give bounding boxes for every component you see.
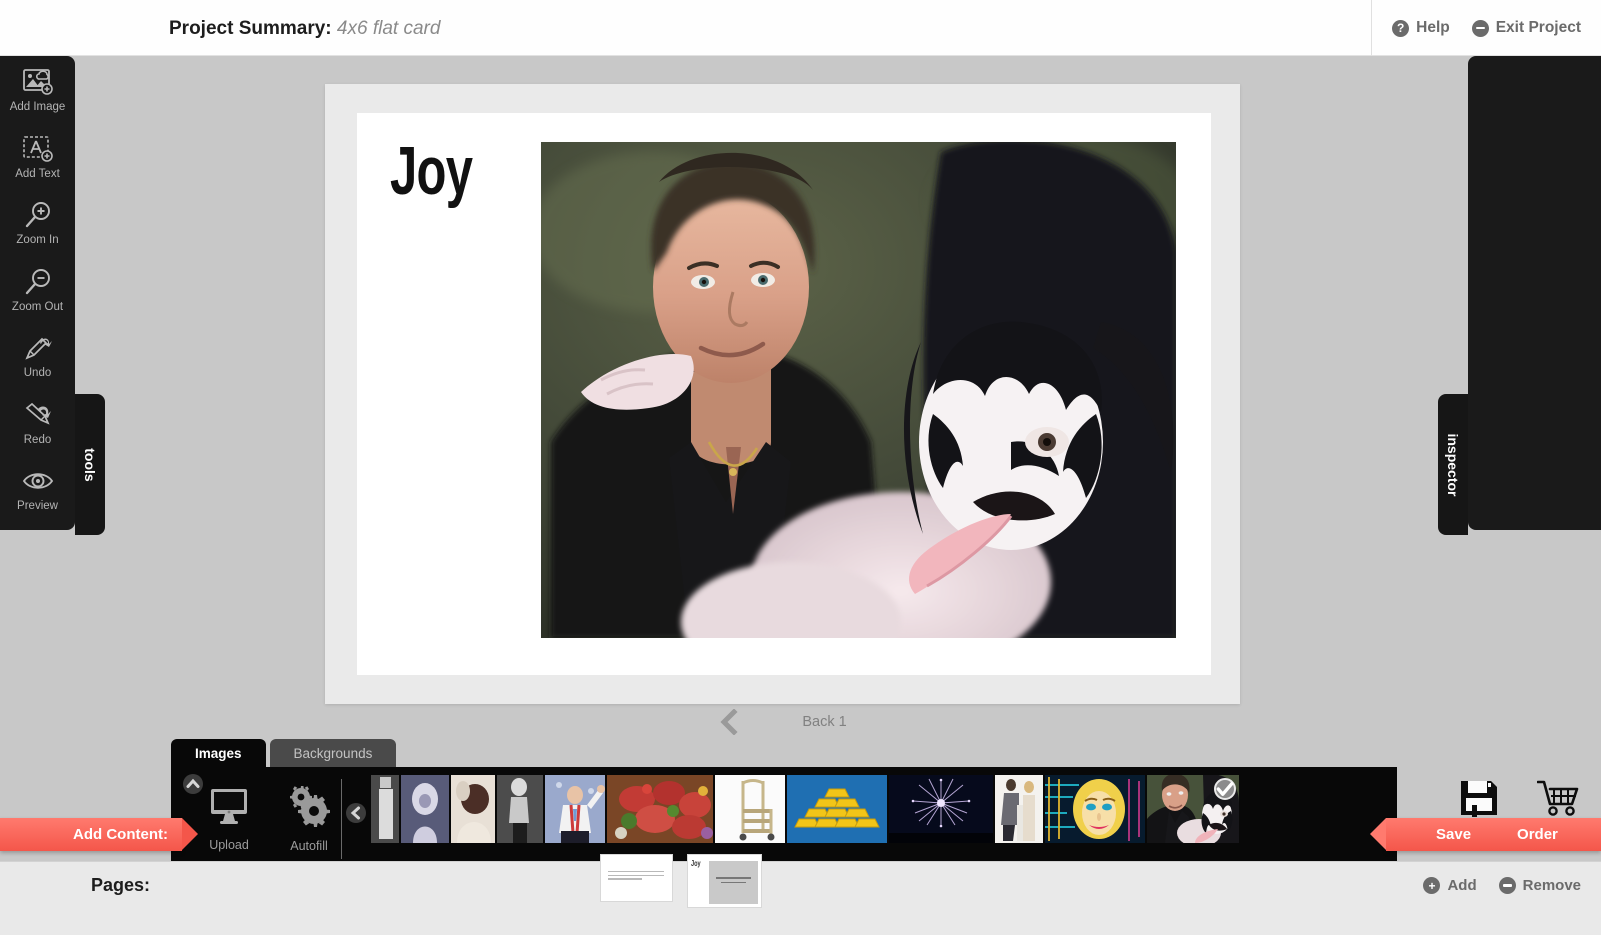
ghost-top-text — [1087, 0, 1287, 8]
inspector-panel — [1468, 56, 1601, 530]
page-title-label: Project Summary: — [169, 18, 332, 39]
tab-backgrounds-label: Backgrounds — [294, 746, 373, 761]
tool-add-image-label: Add Image — [10, 102, 66, 114]
exit-project-label: Exit Project — [1496, 19, 1581, 37]
page-thumbnails: Joy — [600, 854, 762, 908]
minus-circle-icon — [1499, 877, 1516, 894]
project-name: 4x6 flat card — [337, 18, 441, 39]
page-thumb-back-title: Joy — [691, 859, 701, 868]
exit-project-button[interactable]: Exit Project — [1472, 19, 1581, 37]
autofill-button[interactable]: Autofill — [261, 767, 357, 871]
thumb-selected-check-icon — [1214, 778, 1236, 800]
thumb-step-ladder[interactable] — [715, 775, 785, 843]
tab-images[interactable]: Images — [171, 739, 266, 768]
tool-add-text-label: Add Text — [15, 169, 60, 181]
autofill-label: Autofill — [290, 839, 328, 853]
page-thumb-front[interactable] — [600, 854, 673, 902]
page-thumb-front-lines — [608, 871, 664, 882]
upload-label: Upload — [209, 838, 249, 852]
card-page[interactable]: Joy — [357, 113, 1211, 675]
thumb-fireworks-burst[interactable] — [889, 775, 993, 843]
tool-redo-label: Redo — [24, 435, 52, 447]
pages-actions: + Add Remove — [1423, 877, 1581, 894]
page-thumb-back[interactable]: Joy — [687, 854, 762, 908]
add-content-label: Add Content: — [73, 826, 168, 843]
monitor-upload-icon — [206, 786, 252, 831]
thumb-bw-figure-partial[interactable] — [371, 775, 399, 843]
canvas-stage: Joy — [325, 84, 1240, 704]
gears-autofill-icon — [285, 785, 333, 832]
card-photo[interactable] — [541, 142, 1176, 638]
thumbnail-strip[interactable] — [371, 775, 1241, 863]
chevron-left-icon[interactable] — [718, 709, 740, 735]
inspector-tab-handle[interactable]: inspector — [1438, 394, 1468, 535]
tool-add-image[interactable]: Add Image — [0, 56, 75, 123]
canvas-page-label: Back 1 — [802, 714, 846, 730]
plus-circle-icon: + — [1423, 877, 1440, 894]
tool-preview-label: Preview — [17, 501, 58, 513]
tray-divider — [341, 779, 342, 859]
thumb-sepia-portrait[interactable] — [451, 775, 495, 843]
redo-pencil-icon — [21, 398, 55, 432]
pages-bar — [0, 861, 1601, 935]
thumb-couple-dancing[interactable] — [995, 775, 1043, 843]
tool-undo[interactable]: Undo — [0, 322, 75, 389]
add-page-button[interactable]: + Add — [1423, 877, 1476, 894]
page-title: Project Summary: 4x6 flat card — [169, 18, 440, 40]
app-root: Project Summary: 4x6 flat card ? Help Ex… — [0, 0, 1601, 935]
add-image-icon — [21, 65, 55, 99]
tool-zoom-in-label: Zoom In — [16, 235, 58, 247]
tool-undo-label: Undo — [24, 368, 52, 380]
undo-pencil-icon — [21, 331, 55, 365]
save-order-icons — [1459, 779, 1581, 822]
thumb-bw-standing-figure[interactable] — [497, 775, 543, 843]
save-order-ribbon: Save Order — [1386, 818, 1601, 851]
header-bar: Project Summary: 4x6 flat card ? Help Ex… — [0, 0, 1601, 56]
add-text-icon — [21, 132, 55, 166]
thumb-raw-meat-platter[interactable] — [607, 775, 713, 843]
header-actions: ? Help Exit Project — [1371, 0, 1581, 56]
tool-zoom-out-label: Zoom Out — [12, 302, 63, 314]
tool-redo[interactable]: Redo — [0, 389, 75, 456]
tab-backgrounds[interactable]: Backgrounds — [270, 739, 397, 768]
thumb-man-pointing-suspenders[interactable] — [545, 775, 605, 843]
thumb-man-with-kiss-makeup[interactable] — [1147, 775, 1239, 843]
zoom-out-icon — [21, 265, 55, 299]
add-page-label: Add — [1447, 877, 1476, 894]
chevron-left-scroll-icon[interactable] — [345, 802, 367, 829]
tools-tab-label: tools — [82, 448, 98, 481]
tool-preview[interactable]: Preview — [0, 455, 75, 522]
thumb-blue-portrait[interactable] — [401, 775, 449, 843]
tool-add-text[interactable]: Add Text — [0, 123, 75, 190]
eye-icon — [21, 464, 55, 498]
tools-panel: Add Image Add Text Zoom In Zoom Out Undo — [0, 56, 75, 530]
question-circle-icon: ? — [1392, 20, 1409, 37]
floppy-disk-icon[interactable] — [1459, 779, 1499, 822]
remove-page-button[interactable]: Remove — [1499, 877, 1581, 894]
tab-images-label: Images — [195, 746, 242, 761]
help-label: Help — [1416, 19, 1450, 37]
page-thumb-back-photo — [709, 861, 758, 904]
tray-tabs: Images Backgrounds — [171, 739, 396, 768]
help-button[interactable]: ? Help — [1392, 19, 1450, 37]
card-text-joy[interactable]: Joy — [390, 137, 472, 205]
order-button[interactable]: Order — [1517, 826, 1558, 843]
add-content-ribbon: Add Content: — [0, 818, 182, 851]
thumb-gold-bars-stack[interactable] — [787, 775, 887, 843]
content-tray: Upload — [171, 767, 1397, 871]
remove-page-label: Remove — [1523, 877, 1581, 894]
inspector-tab-label: inspector — [1445, 433, 1461, 496]
zoom-in-icon — [21, 198, 55, 232]
minus-circle-icon — [1472, 20, 1489, 37]
canvas-page-nav: Back 1 — [325, 704, 1240, 740]
tool-zoom-out[interactable]: Zoom Out — [0, 256, 75, 323]
tools-tab-handle[interactable]: tools — [75, 394, 105, 535]
pages-label: Pages: — [91, 875, 150, 896]
shopping-cart-icon[interactable] — [1537, 779, 1581, 822]
save-button[interactable]: Save — [1436, 826, 1471, 843]
thumb-blonde-pop-art[interactable] — [1045, 775, 1145, 843]
tool-zoom-in[interactable]: Zoom In — [0, 189, 75, 256]
